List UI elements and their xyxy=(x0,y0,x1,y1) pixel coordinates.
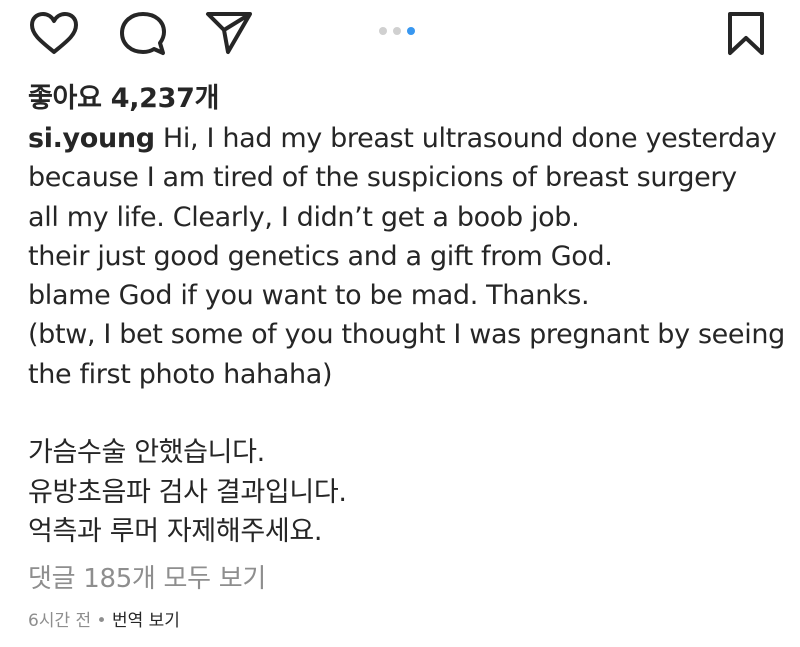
username[interactable]: si.young xyxy=(28,123,155,154)
post-caption: si.young Hi, I had my breast ultrasound … xyxy=(28,119,788,551)
share-icon[interactable] xyxy=(204,10,254,56)
heart-icon[interactable] xyxy=(28,11,80,57)
caption-line-korean: 유방초음파 검사 결과입니다. xyxy=(28,476,347,508)
carousel-dot xyxy=(393,27,401,35)
caption-line-korean: 가슴수술 안했습니다. xyxy=(28,437,265,469)
see-translation-link[interactable]: 번역 보기 xyxy=(112,611,180,631)
caption-line: (btw, I bet some of you thought I was pr… xyxy=(28,319,785,351)
caption-line: blame God if you want to be mad. Thanks. xyxy=(28,280,590,312)
caption-line: their just good genetics and a gift from… xyxy=(28,240,613,272)
caption-line: si.young Hi, I had my breast ultrasound … xyxy=(28,119,788,158)
post-time: 6시간 전 xyxy=(28,611,92,631)
post-meta: 6시간 전 • 번역 보기 xyxy=(28,606,180,631)
carousel-dot-active xyxy=(407,27,415,35)
caption-text: Hi, I had my breast ultrasound done yest… xyxy=(154,123,777,154)
likes-count[interactable]: 좋아요 4,237개 xyxy=(28,76,219,115)
caption-line-korean: 억측과 루머 자제해주세요. xyxy=(28,515,323,547)
caption-line: the first photo hahaha) xyxy=(28,358,333,390)
post-action-bar xyxy=(0,0,800,70)
comment-icon[interactable] xyxy=(117,11,167,57)
caption-line: all my life. Clearly, I didn’t get a boo… xyxy=(28,201,580,233)
carousel-dot xyxy=(379,27,387,35)
carousel-indicator xyxy=(379,27,415,35)
meta-separator: • xyxy=(91,611,112,631)
view-all-comments-link[interactable]: 댓글 185개 모두 보기 xyxy=(28,558,266,595)
bookmark-icon[interactable] xyxy=(723,11,769,57)
caption-line: because I am tired of the suspicions of … xyxy=(28,162,737,194)
